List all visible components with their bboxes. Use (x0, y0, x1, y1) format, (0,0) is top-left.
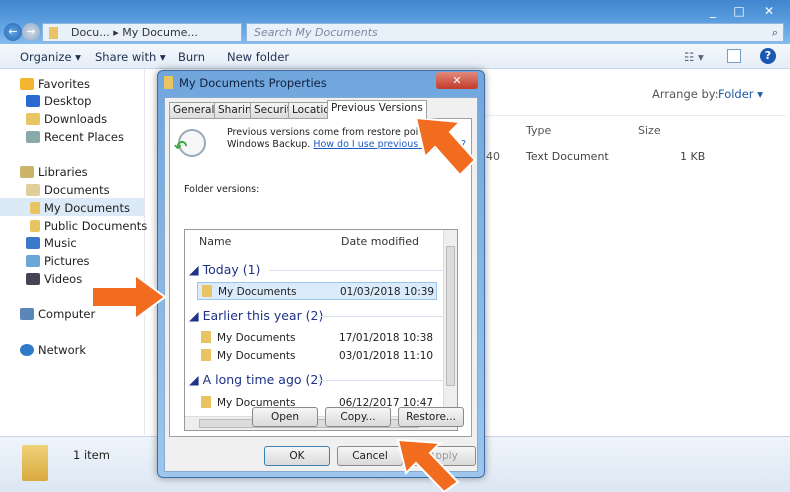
organize-button[interactable]: Organize ▾ (20, 50, 81, 64)
music-icon (26, 237, 40, 249)
downloads-icon (26, 113, 40, 125)
nav-documents[interactable]: Documents (26, 183, 110, 197)
tab-general[interactable]: General (169, 102, 219, 118)
tab-previous-versions[interactable]: Previous Versions (327, 100, 427, 119)
burn-button[interactable]: Burn (178, 50, 205, 64)
divider (486, 115, 786, 116)
vertical-scrollbar[interactable] (443, 230, 457, 416)
address-bar[interactable]: Docu... ▸ My Docume... (42, 23, 242, 42)
minimize-button[interactable]: _ (700, 2, 726, 20)
column-name[interactable]: Name (199, 235, 231, 248)
copy-button[interactable]: Copy... (325, 407, 391, 427)
share-with-button[interactable]: Share with ▾ (95, 50, 166, 64)
nav-libraries[interactable]: Libraries (20, 165, 88, 179)
group-header[interactable]: ◢ A long time ago (2) (189, 372, 323, 387)
libraries-icon (20, 166, 34, 178)
folder-icon (201, 396, 211, 408)
back-button[interactable]: ← (4, 23, 22, 41)
scrollbar-thumb[interactable] (446, 246, 455, 386)
folder-large-icon (22, 445, 48, 481)
column-size[interactable]: Size (638, 124, 661, 137)
nav-music[interactable]: Music (26, 236, 77, 250)
breadcrumb-current[interactable]: My Docume... (122, 26, 198, 39)
help-link[interactable]: How do I use previous versions? (313, 139, 466, 150)
version-row[interactable]: My Documents 01/03/2018 10:39 (197, 282, 437, 300)
arrange-by-dropdown[interactable]: Folder ▾ (718, 87, 763, 101)
previous-versions-panel: ↶ Previous versions come from restore po… (169, 118, 472, 437)
column-type[interactable]: Type (526, 124, 551, 137)
arrange-by-label: Arrange by: (652, 87, 719, 101)
nav-my-documents[interactable]: My Documents (30, 201, 130, 215)
nav-videos[interactable]: Videos (26, 272, 82, 286)
item-count: 1 item (73, 448, 110, 462)
apply-button[interactable]: Apply (410, 446, 476, 466)
dialog-body: General Sharing Security Location Previo… (164, 97, 478, 472)
computer-icon (20, 308, 34, 320)
navigation-pane: Favorites Desktop Downloads Recent Place… (0, 69, 147, 435)
restore-button[interactable]: Restore... (398, 407, 464, 427)
dialog-title: My Documents Properties (179, 76, 327, 90)
folder-icon (201, 349, 211, 361)
search-input[interactable]: Search My Documents ⌕ (246, 23, 784, 42)
folder-icon (30, 202, 40, 214)
new-folder-button[interactable]: New folder (227, 50, 289, 64)
group-header[interactable]: ◢ Today (1) (189, 262, 260, 277)
star-icon (20, 78, 34, 90)
desktop-icon (26, 95, 40, 107)
nav-downloads[interactable]: Downloads (26, 112, 107, 126)
help-icon[interactable]: ? (760, 48, 776, 64)
nav-computer[interactable]: Computer (20, 307, 95, 321)
recent-places-icon (26, 131, 40, 143)
forward-button[interactable]: → (22, 23, 40, 41)
preview-pane-icon[interactable] (727, 49, 741, 63)
folder-icon (30, 220, 40, 232)
view-options-icon[interactable]: ☷ ▾ (684, 50, 704, 64)
version-row[interactable]: My Documents 17/01/2018 10:38 (197, 329, 437, 347)
videos-icon (26, 273, 40, 285)
nav-desktop[interactable]: Desktop (26, 94, 91, 108)
group-header[interactable]: ◢ Earlier this year (2) (189, 308, 323, 323)
nav-favorites[interactable]: Favorites (20, 77, 90, 91)
folder-icon (202, 285, 212, 297)
close-button[interactable]: ✕ (752, 2, 786, 20)
file-date: 40 (486, 150, 500, 163)
folder-icon (201, 331, 211, 343)
breadcrumb-parent[interactable]: Docu... (71, 26, 110, 39)
cancel-button[interactable]: Cancel (337, 446, 403, 466)
pictures-icon (26, 255, 40, 267)
version-row[interactable]: My Documents 03/01/2018 11:10 (197, 347, 437, 365)
column-date-modified[interactable]: Date modified (341, 235, 419, 248)
restore-clock-icon: ↶ (174, 129, 206, 157)
file-size: 1 KB (680, 150, 706, 163)
versions-list[interactable]: Name Date modified ◢ Today (1) My Docume… (184, 229, 458, 431)
file-type: Text Document (526, 150, 609, 163)
nav-pictures[interactable]: Pictures (26, 254, 90, 268)
dialog-close-button[interactable]: ✕ (436, 72, 478, 89)
nav-network[interactable]: Network (20, 343, 86, 357)
open-button[interactable]: Open (252, 407, 318, 427)
ok-button[interactable]: OK (264, 446, 330, 466)
info-text: Previous versions come from restore poin… (227, 127, 433, 138)
folder-icon (164, 76, 173, 89)
info-text-2: Windows Backup. (227, 139, 311, 150)
nav-recent-places[interactable]: Recent Places (26, 130, 124, 144)
properties-dialog: My Documents Properties ✕ General Sharin… (157, 70, 485, 478)
folder-versions-label: Folder versions: (184, 184, 260, 195)
search-icon: ⌕ (771, 26, 778, 39)
folder-icon (49, 27, 58, 39)
network-icon (20, 344, 34, 356)
documents-icon (26, 184, 40, 196)
nav-public-documents[interactable]: Public Documents (30, 219, 147, 233)
maximize-button[interactable]: □ (726, 2, 752, 20)
